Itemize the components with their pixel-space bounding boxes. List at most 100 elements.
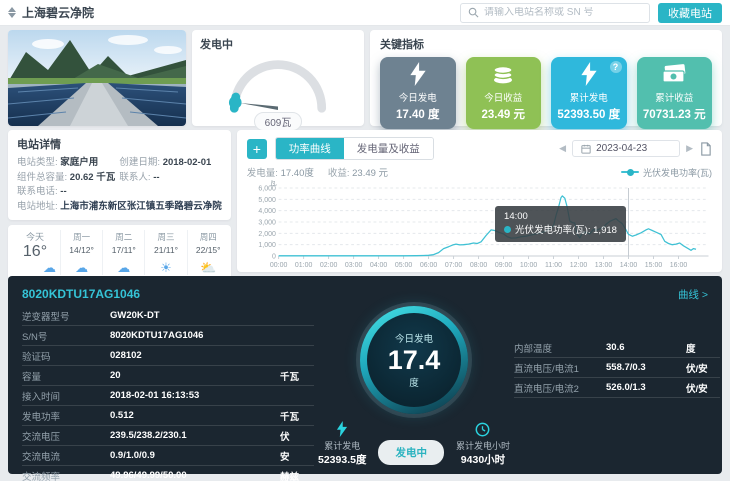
date-picker[interactable]: 2023-04-23 xyxy=(572,140,680,157)
detail-label: 创建日期: xyxy=(119,157,160,168)
add-curve-button[interactable]: + xyxy=(247,139,267,159)
solar-farm-image xyxy=(8,30,186,126)
power-curve-chart[interactable]: 瓦01,0002,0003,0004,0005,0006,00000:0001:… xyxy=(247,180,712,280)
weather-day: 周三 21/11° ☀ xyxy=(144,230,186,275)
export-icon[interactable] xyxy=(699,142,712,156)
gauge-cap-dot xyxy=(229,96,242,109)
bolt-icon xyxy=(409,57,427,90)
current-power-value: 609瓦 xyxy=(254,112,303,131)
power-chart-card: + 功率曲线 发电量及收益 ◀ 2023-04-23 ▶ 发电量: 17.40度 xyxy=(237,130,722,272)
kpi-value: 23.49 元 xyxy=(482,106,525,122)
table-row: 发电功率0.512千瓦 xyxy=(22,406,314,426)
station-switcher-icon[interactable] xyxy=(8,7,16,18)
svg-text:11:00: 11:00 xyxy=(545,260,562,269)
stat-label: 累计发电小时 xyxy=(456,439,510,452)
station-photo xyxy=(8,30,186,126)
generation-hours-stat: 累计发电小时 9430小时 xyxy=(456,422,510,467)
svg-text:14:00: 14:00 xyxy=(620,260,637,269)
chart-tabs: 功率曲线 发电量及收益 xyxy=(275,137,434,160)
station-address: 上海市浦东新区张江镇五季路碧云净院 xyxy=(60,201,222,212)
table-row: 交流频率49.96/49.99/50.00赫兹 xyxy=(22,466,314,481)
weather-day-label: 周二 xyxy=(115,231,132,243)
weather-day-label: 周一 xyxy=(73,231,90,243)
table-row: S/N号8020KDTU17AG1046 xyxy=(22,326,314,346)
inverter-sn-title: 8020KDTU17AG1046 xyxy=(22,287,140,301)
total-generation-stat: 累计发电 52393.5度 xyxy=(318,421,366,467)
table-row: 容量20千瓦 xyxy=(22,366,314,386)
weather-today: 今天 16° ☁ xyxy=(10,230,60,275)
detail-value: -- xyxy=(153,172,159,183)
gauge-label: 今日发电 xyxy=(395,331,433,345)
today-generation-gauge: 今日发电 17.4 度 累计发电 52393.5度 发电中 累计发电小时 xyxy=(314,306,514,481)
favorite-station-button[interactable]: 收藏电站 xyxy=(658,3,722,23)
weather-day-label: 周三 xyxy=(158,231,175,243)
kpi-label: 累计收益 xyxy=(655,90,693,104)
gauge-value: 17.4 xyxy=(388,346,441,374)
table-row: 验证码028102 xyxy=(22,346,314,366)
legend-label: 光伏发电功率(瓦) xyxy=(643,166,712,179)
table-row: 直流电压/电流1558.7/0.3伏/安 xyxy=(514,358,720,378)
svg-text:13:00: 13:00 xyxy=(595,260,612,269)
inverter-left-table: 逆变器型号GW20K-DT S/N号8020KDTU17AG1046 验证码02… xyxy=(22,306,314,481)
bolt-icon xyxy=(336,421,348,437)
svg-text:06:00: 06:00 xyxy=(420,260,437,269)
search-input[interactable] xyxy=(484,7,642,18)
chart-legend: 光伏发电功率(瓦) xyxy=(621,166,712,179)
kpi-label: 今日发电 xyxy=(399,90,437,104)
stat-label: 累计发电 xyxy=(324,439,360,452)
sun-cloud-icon: ⛅ xyxy=(200,261,216,275)
kpi-total-generation: ? 累计发电 52393.50 度 xyxy=(551,57,627,129)
gauge-unit: 度 xyxy=(409,375,419,389)
tab-power-curve[interactable]: 功率曲线 xyxy=(276,138,344,159)
legend-line-icon xyxy=(621,171,639,173)
weather-day: 周一 14/12° ☁ xyxy=(60,230,102,275)
svg-text:3,000: 3,000 xyxy=(258,217,275,226)
svg-text:4,000: 4,000 xyxy=(258,206,275,215)
help-icon[interactable]: ? xyxy=(610,61,622,73)
search-icon xyxy=(468,7,479,18)
stat-value: 9430小时 xyxy=(461,452,505,467)
kpi-title: 关键指标 xyxy=(380,36,712,52)
detail-value: -- xyxy=(60,186,66,197)
table-row: 交流电流0.9/1.0/0.9安 xyxy=(22,446,314,466)
svg-text:12:00: 12:00 xyxy=(570,260,587,269)
topbar: 上海碧云净院 收藏电站 xyxy=(0,0,730,26)
svg-text:08:00: 08:00 xyxy=(470,260,487,269)
income-label: 收益: xyxy=(328,168,350,179)
cloud-icon: ☁ xyxy=(75,261,88,275)
kpi-total-income: 累计收益 70731.23 元 xyxy=(637,57,713,129)
legend-dot-icon xyxy=(504,226,511,233)
detail-label: 电站类型: xyxy=(17,157,58,168)
detail-label: 电站地址: xyxy=(17,201,58,212)
prev-day-icon[interactable]: ◀ xyxy=(559,143,566,154)
kpi-value: 70731.23 元 xyxy=(643,106,706,122)
station-name: 上海碧云净院 xyxy=(22,4,94,21)
table-row: 交流电压239.5/238.2/230.1伏 xyxy=(22,426,314,446)
cash-icon xyxy=(661,57,687,90)
weather-temp: 21/11° xyxy=(154,245,178,255)
current-power-card: 发电中 609瓦 xyxy=(192,30,364,126)
detail-value: 家庭户用 xyxy=(60,157,98,168)
svg-text:5,000: 5,000 xyxy=(258,195,275,204)
gauge-needle xyxy=(240,103,278,110)
detail-value: 2018-02-01 xyxy=(163,157,212,168)
weather-day: 周二 17/11° ☁ xyxy=(102,230,144,275)
kpi-label: 今日收益 xyxy=(484,90,522,104)
weather-card: 今天 16° ☁ 周一 14/12° ☁ 周二 17/11° ☁ 周三 21/1… xyxy=(8,225,231,280)
svg-text:15:00: 15:00 xyxy=(645,260,662,269)
clock-icon xyxy=(475,422,490,437)
weather-temp: 22/15° xyxy=(196,245,221,255)
station-search[interactable] xyxy=(460,3,650,23)
curve-link[interactable]: 曲线 > xyxy=(678,287,708,302)
generation-value: 17.40度 xyxy=(281,168,314,179)
svg-text:6,000: 6,000 xyxy=(258,183,275,192)
tab-energy-income[interactable]: 发电量及收益 xyxy=(344,138,433,159)
cloud-icon: ☁ xyxy=(117,261,130,275)
kpi-label: 累计发电 xyxy=(570,90,608,104)
detail-label: 联系人: xyxy=(119,172,150,183)
inverter-right-table: 内部温度30.6度 直流电压/电流1558.7/0.3伏/安 直流电压/电流25… xyxy=(514,338,720,398)
next-day-icon[interactable]: ▶ xyxy=(686,143,693,154)
svg-text:02:00: 02:00 xyxy=(320,260,337,269)
kpi-value: 52393.50 度 xyxy=(557,106,620,122)
svg-text:09:00: 09:00 xyxy=(495,260,512,269)
